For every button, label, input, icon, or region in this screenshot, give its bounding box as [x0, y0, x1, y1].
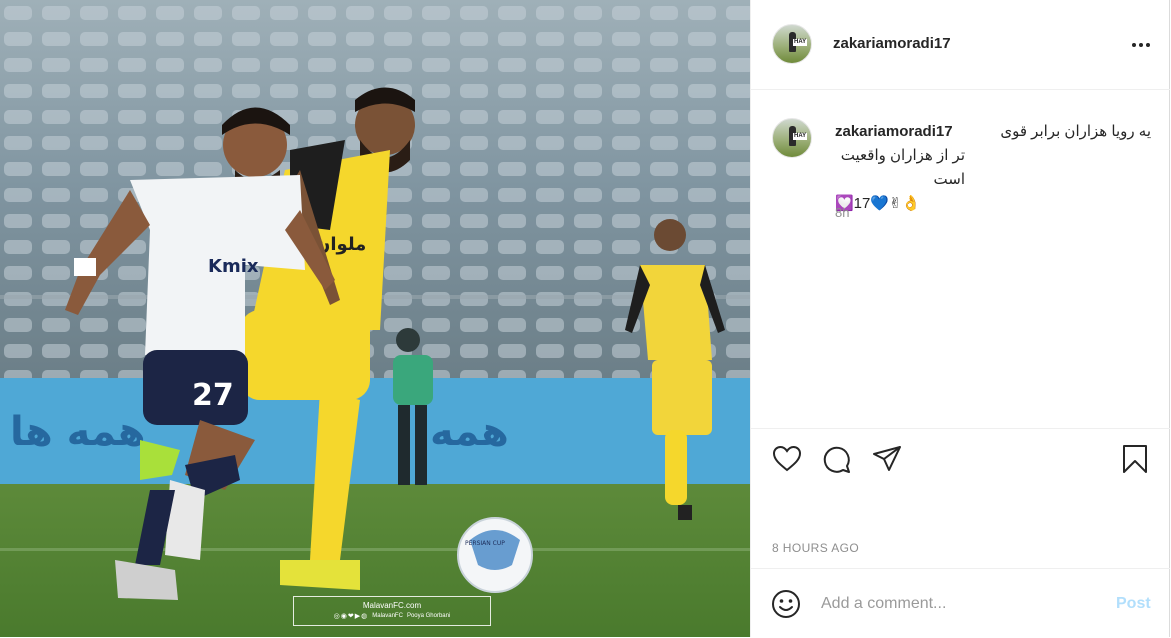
avatar[interactable]: HAY	[772, 24, 812, 64]
post-photo[interactable]: همه ها همه ملوان Kmix 27 PERSIAN CUP Mal…	[0, 0, 750, 637]
more-options-icon[interactable]	[1129, 35, 1153, 55]
comment-input[interactable]	[821, 591, 1111, 617]
comment-composer: Post	[751, 568, 1170, 638]
caption-text: zakariamoradi17 یه رویا هزاران برابر قوی…	[835, 120, 1151, 216]
smiley-icon[interactable]	[771, 589, 801, 619]
caption-avatar[interactable]: HAY	[772, 118, 812, 158]
header-username[interactable]: zakariamoradi17	[833, 35, 951, 52]
post-header: HAY zakariamoradi17	[751, 0, 1170, 90]
comment-timestamp[interactable]: 8h	[835, 205, 849, 220]
avatar-sign: HAY	[793, 39, 808, 46]
caption-line-1: یه رویا هزاران برابر قوی	[1000, 123, 1151, 140]
caption-line-3: 💟17💙✌👌	[835, 195, 921, 212]
caption-comment: HAY zakariamoradi17 یه رویا هزاران برابر…	[751, 90, 1170, 427]
watermark-site: MalavanFC.com	[362, 601, 422, 610]
bookmark-icon[interactable]	[1119, 443, 1151, 475]
action-bar	[751, 428, 1170, 489]
player-number: 27	[192, 378, 234, 413]
football: PERSIAN CUP	[457, 517, 533, 593]
watermark-credit: Pooya Ghorbani	[406, 613, 451, 619]
shirt-sponsor: Kmix	[208, 256, 259, 277]
svg-text:PERSIAN CUP: PERSIAN CUP	[465, 540, 505, 547]
svg-text:همه: همه	[430, 409, 509, 455]
football-match-image: همه ها همه ملوان Kmix 27 PERSIAN CUP	[0, 0, 750, 637]
watermark-brand: MalavanFC	[372, 613, 403, 619]
post-button[interactable]: Post	[1116, 595, 1151, 613]
banner-text: همه ها	[10, 409, 146, 455]
post-timestamp[interactable]: 8 HOURS AGO	[772, 541, 859, 555]
post-side-panel: HAY zakariamoradi17 HAY zakariamoradi17 …	[750, 0, 1170, 637]
social-icons: ◎◉❤▶◍	[333, 613, 369, 620]
paper-plane-icon[interactable]	[871, 443, 903, 475]
comment-bubble-icon[interactable]	[821, 443, 853, 475]
photo-watermark: MalavanFC.com ◎◉❤▶◍ MalavanFC Pooya Ghor…	[293, 596, 491, 626]
caption-username[interactable]: zakariamoradi17	[835, 120, 953, 144]
caption-line-2: تر از هزاران واقعیت است	[840, 147, 965, 188]
heart-icon[interactable]	[771, 443, 803, 475]
